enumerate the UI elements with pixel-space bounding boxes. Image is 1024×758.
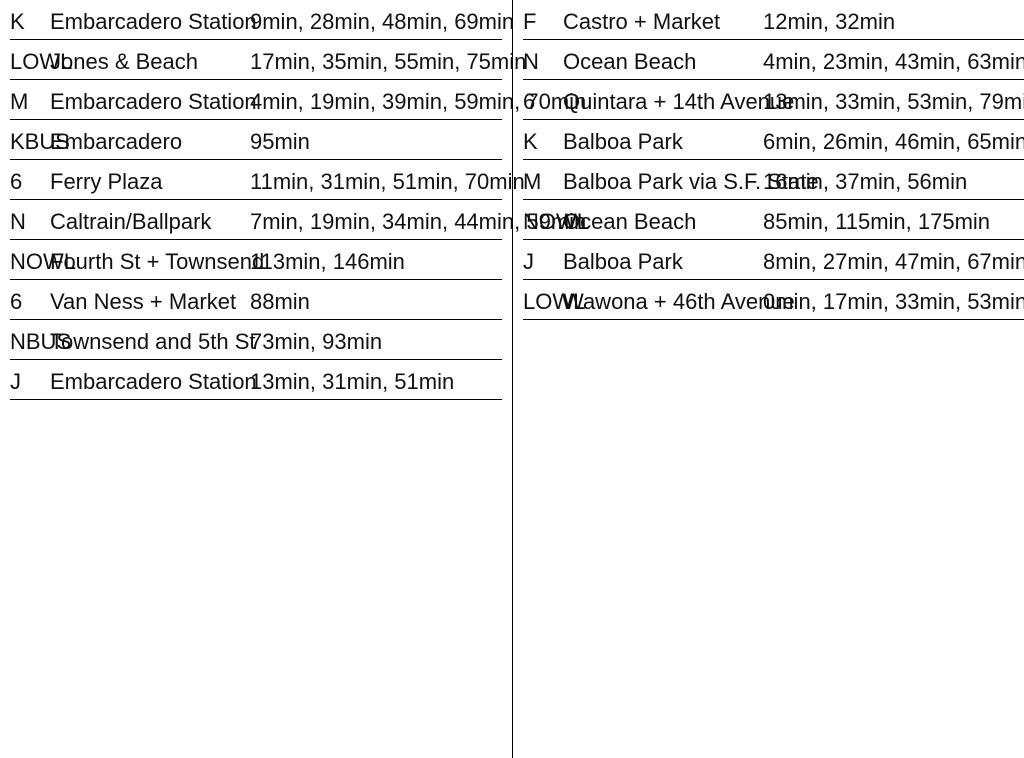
departure-row: K Embarcadero Station 9min, 28min, 48min… — [10, 0, 514, 40]
stop-name: Castro + Market — [563, 9, 721, 34]
route-label: J — [10, 369, 21, 394]
stop-name: Wawona + 46th Avenue — [563, 289, 795, 314]
route-label: 6 — [10, 169, 23, 194]
stop-name: Ferry Plaza — [50, 169, 163, 194]
departure-row: 6 Ferry Plaza 11min, 31min, 51min, 70min — [10, 160, 525, 200]
route-label: 6 — [10, 289, 23, 314]
departure-row: 6 Van Ness + Market 88min — [10, 280, 502, 320]
departures-panel-left: K Embarcadero Station 9min, 28min, 48min… — [0, 0, 586, 758]
departure-row: K Balboa Park 6min, 26min, 46min, 65min — [523, 120, 1024, 160]
stop-name: Jones & Beach — [50, 49, 198, 74]
route-label: M — [523, 169, 542, 194]
departures-list-left: K Embarcadero Station 9min, 28min, 48min… — [0, 0, 586, 400]
route-label: K — [10, 9, 25, 34]
arrival-times: 16min, 37min, 56min — [763, 169, 968, 194]
departure-row: KBUS Embarcadero 95min — [10, 120, 502, 160]
departures-panel-right: F Castro + Market 12min, 32min N Ocean B… — [513, 0, 1024, 758]
stop-name: Ocean Beach — [563, 209, 697, 234]
arrival-times: 113min, 146min — [250, 249, 405, 274]
arrival-times: 12min, 32min — [763, 9, 896, 34]
departure-row: LOWL Jones & Beach 17min, 35min, 55min, … — [10, 40, 526, 80]
stop-name: Balboa Park — [563, 129, 683, 154]
departure-row: N Caltrain/Ballpark 7min, 19min, 34min, … — [10, 200, 586, 240]
arrival-times: 4min, 23min, 43min, 63min — [763, 49, 1024, 74]
departure-row: NOWL Fourth St + Townsend 113min, 146min — [10, 240, 502, 280]
departure-row: F Castro + Market 12min, 32min — [523, 0, 1024, 40]
departure-row: M Embarcadero Station 4min, 19min, 39min… — [10, 80, 586, 120]
arrival-times: 11min, 31min, 51min, 70min — [250, 169, 525, 194]
stop-name: Van Ness + Market — [50, 289, 237, 314]
route-label: J — [523, 249, 534, 274]
stop-name: Ocean Beach — [563, 49, 697, 74]
departure-row: NBUS Townsend and 5th St 73min, 93min — [10, 320, 502, 360]
arrival-times: 8min, 27min, 47min, 67min — [763, 249, 1024, 274]
route-label: N — [10, 209, 26, 234]
departure-row: N Ocean Beach 4min, 23min, 43min, 63min — [523, 40, 1024, 80]
arrival-times: 0min, 17min, 33min, 53min — [763, 289, 1024, 314]
route-label: F — [523, 9, 537, 34]
departure-row: M Balboa Park via S.F. State 16min, 37mi… — [523, 160, 1024, 200]
stop-name: Fourth St + Townsend — [50, 249, 265, 274]
departure-row: LOWL Wawona + 46th Avenue 0min, 17min, 3… — [523, 280, 1024, 320]
arrival-times: 95min — [250, 129, 310, 154]
departure-row: J Balboa Park 8min, 27min, 47min, 67min — [523, 240, 1024, 280]
stop-name: Embarcadero Station — [50, 9, 257, 34]
stop-name: Balboa Park — [563, 249, 683, 274]
departures-list-right: F Castro + Market 12min, 32min N Ocean B… — [513, 0, 1024, 320]
arrival-times: 6min, 26min, 46min, 65min — [763, 129, 1024, 154]
route-label: M — [10, 89, 29, 114]
arrival-times: 9min, 28min, 48min, 69min — [250, 9, 515, 34]
departure-row: 6 Quintara + 14th Avenue 13min, 33min, 5… — [523, 80, 1024, 120]
route-label: 6 — [523, 89, 536, 114]
arrival-times: 85min, 115min, 175min — [763, 209, 991, 234]
arrival-times: 88min — [250, 289, 310, 314]
arrival-times: 13min, 31min, 51min — [250, 369, 455, 394]
stop-name: Embarcadero Station — [50, 89, 257, 114]
route-label: K — [523, 129, 538, 154]
route-label: N — [523, 49, 539, 74]
arrival-times: 17min, 35min, 55min, 75min — [250, 49, 527, 74]
stop-name: Quintara + 14th Avenue — [563, 89, 795, 114]
departure-row: J Embarcadero Station 13min, 31min, 51mi… — [10, 360, 502, 400]
stop-name: Caltrain/Ballpark — [50, 209, 212, 234]
arrival-times: 13min, 33min, 53min, 79min — [763, 89, 1024, 114]
stop-name: Embarcadero Station — [50, 369, 257, 394]
departure-row: NOWL Ocean Beach 85min, 115min, 175min — [523, 200, 1024, 240]
arrival-times: 73min, 93min — [250, 329, 383, 354]
stop-name: Townsend and 5th St — [50, 329, 256, 354]
stop-name: Embarcadero — [50, 129, 183, 154]
